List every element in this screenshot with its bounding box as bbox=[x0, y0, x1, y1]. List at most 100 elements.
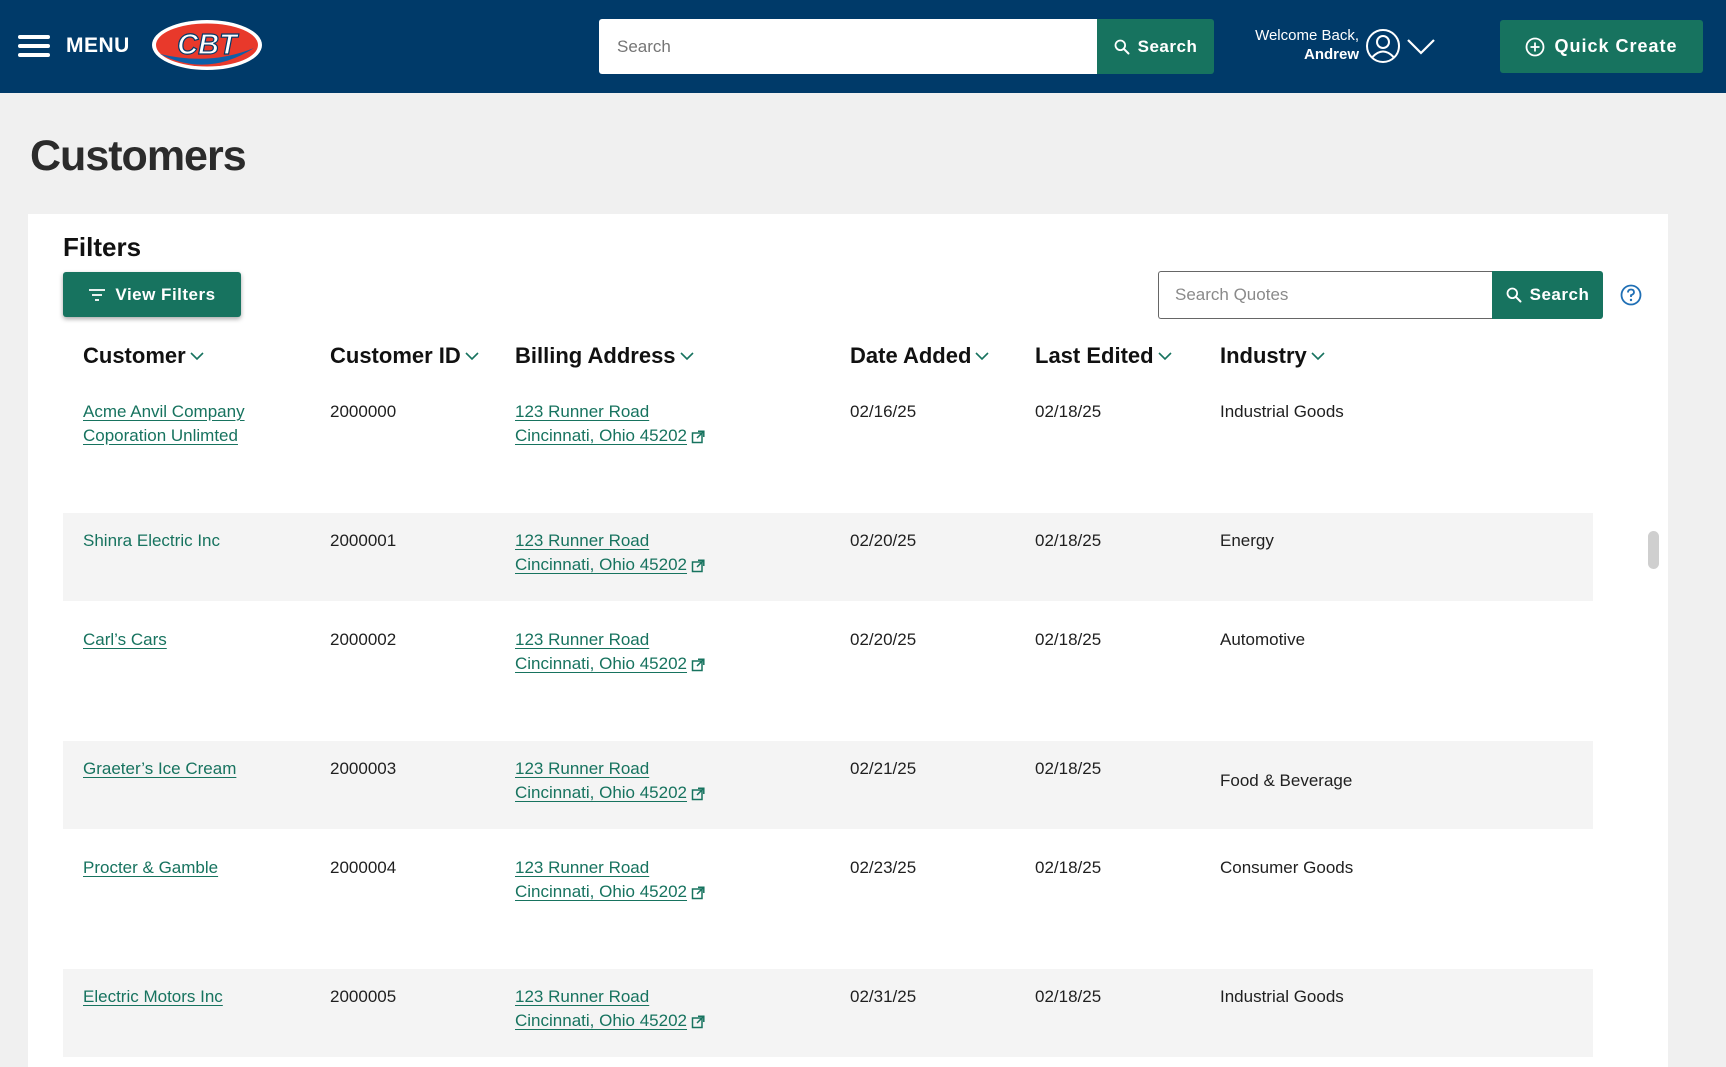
menu-button[interactable]: MENU bbox=[18, 30, 130, 62]
customer-name-link[interactable]: Procter & Gamble bbox=[83, 856, 218, 880]
quote-search-input[interactable] bbox=[1158, 271, 1492, 319]
industry: Automotive bbox=[1220, 630, 1306, 649]
billing-address-link[interactable]: 123 Runner Road Cincinnati, Ohio 45202 bbox=[515, 400, 705, 448]
address-line: 123 Runner Road bbox=[515, 858, 650, 877]
filters-title: Filters bbox=[63, 232, 142, 262]
help-icon[interactable] bbox=[1620, 284, 1642, 306]
table-row[interactable]: Shinra Electric Inc 2000001 123 Runner R… bbox=[63, 513, 1593, 601]
last-edited: 02/18/25 bbox=[1035, 402, 1102, 421]
view-filters-label: View Filters bbox=[115, 284, 216, 304]
column-header-last-edited[interactable]: Last Edited bbox=[1035, 326, 1173, 386]
date-added: 02/20/25 bbox=[850, 630, 917, 649]
cbt-logo[interactable]: CBT bbox=[150, 18, 265, 72]
industry: Industrial Goods bbox=[1220, 402, 1344, 421]
column-label: Customer bbox=[83, 343, 186, 368]
chevron-down-icon bbox=[465, 352, 479, 361]
chevron-down-icon bbox=[190, 352, 204, 361]
external-link-icon bbox=[691, 657, 705, 671]
table-row[interactable]: Procter & Gamble 2000004 123 Runner Road… bbox=[63, 842, 1593, 956]
external-link-icon bbox=[691, 558, 705, 572]
industry: Consumer Goods bbox=[1220, 858, 1354, 877]
table-row[interactable]: Graeter’s Ice Cream 2000003 123 Runner R… bbox=[63, 741, 1593, 829]
view-filters-button[interactable]: View Filters bbox=[63, 272, 241, 317]
quick-create-label: Quick Create bbox=[1554, 36, 1678, 56]
address-line: 123 Runner Road bbox=[515, 402, 650, 421]
address-line: Cincinnati, Ohio 45202 bbox=[515, 426, 688, 445]
scrollbar-thumb[interactable] bbox=[1648, 531, 1659, 569]
search-icon bbox=[1114, 39, 1130, 54]
customer-id: 2000003 bbox=[330, 759, 397, 778]
top-nav-bar: MENU CBT Search Welcome Back, Andrew Qui… bbox=[0, 0, 1726, 93]
quote-search-button[interactable]: Search bbox=[1492, 271, 1603, 319]
customers-card: Filters View Filters Search Customer Cus… bbox=[28, 214, 1668, 1067]
address-line: Cincinnati, Ohio 45202 bbox=[515, 555, 688, 574]
global-search-button[interactable]: Search bbox=[1097, 19, 1214, 74]
last-edited: 02/18/25 bbox=[1035, 630, 1102, 649]
customer-name-line: Carl’s Cars bbox=[83, 630, 167, 649]
customer-name-link[interactable]: Carl’s Cars bbox=[83, 628, 167, 652]
date-added: 02/31/25 bbox=[850, 987, 917, 1006]
quick-create-button[interactable]: Quick Create bbox=[1500, 20, 1703, 73]
address-line: 123 Runner Road bbox=[515, 531, 650, 550]
column-label: Industry bbox=[1220, 343, 1307, 368]
column-header-industry[interactable]: Industry bbox=[1220, 326, 1326, 386]
column-label: Date Added bbox=[850, 343, 972, 368]
customer-name-line: Acme Anvil Company bbox=[83, 402, 245, 421]
address-line: 123 Runner Road bbox=[515, 759, 650, 778]
global-search-input[interactable] bbox=[599, 19, 1097, 74]
customer-name-link[interactable]: Electric Motors Inc bbox=[83, 985, 223, 1009]
external-link-icon bbox=[691, 1014, 705, 1028]
last-edited: 02/18/25 bbox=[1035, 759, 1102, 778]
last-edited: 02/18/25 bbox=[1035, 987, 1102, 1006]
billing-address-link[interactable]: 123 Runner Road Cincinnati, Ohio 45202 bbox=[515, 757, 705, 805]
table-body: Acme Anvil Company Coporation Unlimted 2… bbox=[63, 386, 1593, 1067]
user-avatar-icon[interactable] bbox=[1365, 28, 1401, 64]
column-header-customer-id[interactable]: Customer ID bbox=[330, 326, 480, 386]
address-line: Cincinnati, Ohio 45202 bbox=[515, 654, 688, 673]
external-link-icon bbox=[691, 885, 705, 899]
customer-name-line: Procter & Gamble bbox=[83, 858, 219, 877]
billing-address-link[interactable]: 123 Runner Road Cincinnati, Ohio 45202 bbox=[515, 985, 705, 1033]
quote-search: Search bbox=[1158, 271, 1603, 319]
customer-name-line: Electric Motors Inc bbox=[83, 987, 223, 1006]
table-row[interactable]: Electric Motors Inc 2000005 123 Runner R… bbox=[63, 969, 1593, 1057]
hamburger-icon bbox=[18, 35, 50, 57]
chevron-down-icon bbox=[679, 352, 694, 361]
page-title: Customers bbox=[30, 132, 247, 180]
external-link-icon bbox=[691, 429, 705, 443]
billing-address-link[interactable]: 123 Runner Road Cincinnati, Ohio 45202 bbox=[515, 856, 705, 904]
address-line: 123 Runner Road bbox=[515, 987, 650, 1006]
date-added: 02/21/25 bbox=[850, 759, 917, 778]
column-label: Billing Address bbox=[515, 343, 676, 368]
column-header-billing-address[interactable]: Billing Address bbox=[515, 326, 695, 386]
chevron-down-icon bbox=[1158, 352, 1172, 361]
address-line: 123 Runner Road bbox=[515, 630, 650, 649]
customer-name-link[interactable]: Acme Anvil Company Coporation Unlimted bbox=[83, 400, 245, 448]
table-row[interactable]: Acme Anvil Company Coporation Unlimted 2… bbox=[63, 386, 1593, 500]
column-label: Last Edited bbox=[1035, 343, 1154, 368]
quote-search-button-label: Search bbox=[1529, 285, 1590, 304]
date-added: 02/20/25 bbox=[850, 531, 917, 550]
column-header-date-added[interactable]: Date Added bbox=[850, 326, 990, 386]
chevron-down-icon[interactable] bbox=[1406, 34, 1436, 58]
chevron-down-icon bbox=[975, 352, 989, 361]
filter-icon bbox=[89, 288, 106, 301]
user-name: Andrew bbox=[1303, 46, 1359, 63]
menu-label: MENU bbox=[66, 34, 130, 57]
address-line: Cincinnati, Ohio 45202 bbox=[515, 783, 688, 802]
welcome-line: Welcome Back, bbox=[1255, 27, 1359, 44]
billing-address-link[interactable]: 123 Runner Road Cincinnati, Ohio 45202 bbox=[515, 529, 705, 577]
customer-id: 2000000 bbox=[330, 402, 397, 421]
customer-name-link[interactable]: Shinra Electric Inc bbox=[83, 529, 220, 553]
column-header-customer[interactable]: Customer bbox=[83, 326, 205, 386]
billing-address-link[interactable]: 123 Runner Road Cincinnati, Ohio 45202 bbox=[515, 628, 705, 676]
customer-name-link[interactable]: Graeter’s Ice Cream bbox=[83, 757, 236, 781]
customer-id: 2000004 bbox=[330, 858, 397, 877]
logo-text: CBT bbox=[177, 29, 239, 61]
search-icon bbox=[1506, 287, 1522, 303]
industry: Energy bbox=[1220, 531, 1274, 550]
global-search: Search bbox=[599, 19, 1214, 74]
customer-id: 2000002 bbox=[330, 630, 397, 649]
table-row[interactable]: Carl’s Cars 2000002 123 Runner Road Cinc… bbox=[63, 614, 1593, 728]
global-search-button-label: Search bbox=[1137, 36, 1198, 56]
